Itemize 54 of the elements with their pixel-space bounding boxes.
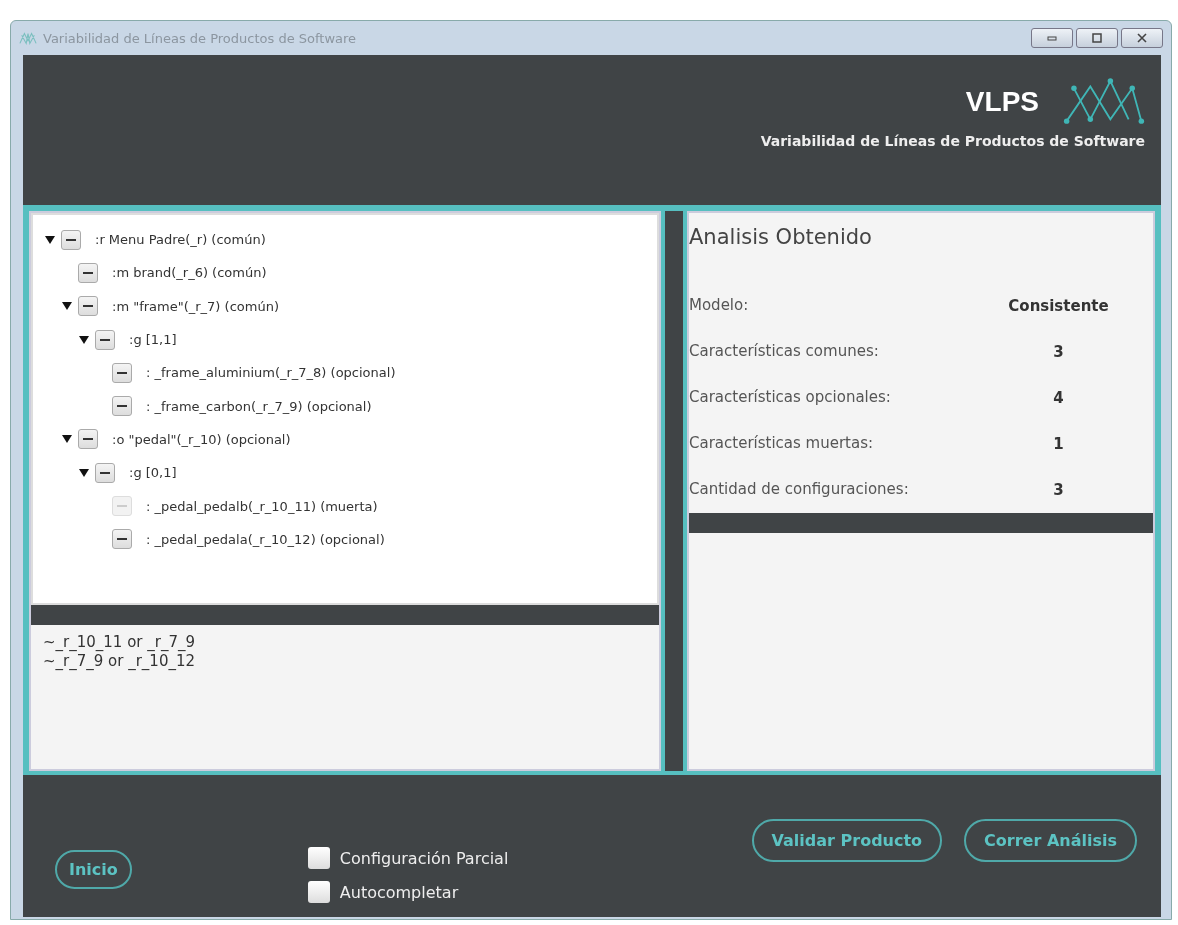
tree-checkbox[interactable] — [78, 296, 98, 317]
maximize-button[interactable] — [1076, 28, 1118, 48]
tree-checkbox[interactable] — [112, 396, 132, 417]
analysis-label: Características muertas: — [689, 434, 875, 453]
tree-item-label[interactable]: : _pedal_pedala(_r_10_12) (opcional) — [146, 531, 385, 547]
tree-item-label[interactable]: :m "frame"(_r_7) (común) — [112, 298, 279, 314]
constraint-text: ~_r_10_11 or _r_7_9 — [43, 633, 197, 652]
checkbox[interactable] — [307, 847, 330, 869]
analysis-title: Analisis Obtenido — [689, 224, 873, 251]
analysis-value: 1 — [1052, 435, 1065, 453]
tree-item-label[interactable]: :o "pedal"(_r_10) (opcional) — [112, 431, 291, 447]
tree-checkbox[interactable] — [95, 329, 115, 350]
maximize-icon — [1091, 33, 1103, 43]
tree-checkbox[interactable] — [112, 529, 132, 550]
analysis-label: Características comunes: — [689, 342, 880, 361]
tree-checkbox[interactable] — [112, 362, 132, 383]
checkbox-label[interactable]: Configuración Parcial — [339, 848, 509, 868]
analysis-value: 3 — [1052, 481, 1065, 499]
analysis-value: Consistente — [1007, 297, 1110, 315]
action-button[interactable]: Correr Análisis — [964, 819, 1137, 862]
tree-item-label[interactable]: :g [0,1] — [129, 465, 177, 481]
expand-arrow-icon[interactable] — [62, 435, 72, 444]
close-icon — [1136, 33, 1148, 43]
app-subtitle: Variabilidad de Líneas de Productos de Software — [760, 133, 1145, 149]
expand-arrow-icon[interactable] — [62, 302, 72, 311]
tree-item-label[interactable]: :g [1,1] — [129, 332, 177, 348]
analysis-value: 3 — [1052, 343, 1065, 361]
tree-item-label[interactable]: :r Menu Padre(_r) (común) — [95, 232, 266, 248]
tree-checkbox[interactable] — [61, 229, 81, 250]
expand-arrow-icon[interactable] — [79, 335, 89, 344]
tree-item-label[interactable]: :m brand(_r_6) (común) — [112, 265, 267, 281]
tree-item-label[interactable]: : _frame_aluminium(_r_7_8) (opcional) — [146, 365, 396, 381]
analysis-label: Características opcionales: — [689, 388, 892, 407]
window-title: Variabilidad de Líneas de Productos de Software — [43, 30, 358, 46]
analysis-value: 4 — [1052, 389, 1065, 407]
checkbox-label[interactable]: Autocompletar — [339, 882, 459, 902]
action-button[interactable]: Validar Producto — [751, 819, 943, 862]
minimize-icon — [1046, 33, 1058, 43]
expand-arrow-icon[interactable] — [45, 235, 55, 244]
checkbox[interactable] — [307, 881, 330, 903]
analysis-label: Modelo: — [689, 296, 750, 315]
tree-item-label[interactable]: : _frame_carbon(_r_7_9) (opcional) — [146, 398, 372, 414]
tree-checkbox[interactable] — [78, 262, 98, 283]
app-logo-icon — [19, 31, 37, 45]
tree-checkbox[interactable] — [78, 429, 98, 450]
analysis-label: Cantidad de configuraciones: — [689, 480, 910, 499]
home-button[interactable]: Inicio — [55, 850, 132, 889]
minimize-button[interactable] — [1031, 28, 1073, 48]
logo-text: VLPS — [965, 86, 1039, 118]
close-button[interactable] — [1121, 28, 1163, 48]
expand-arrow-icon[interactable] — [79, 468, 89, 477]
tree-checkbox[interactable] — [95, 462, 115, 483]
constraint-text: ~_r_7_9 or _r_10_12 — [43, 652, 197, 671]
logo-icon — [1063, 77, 1145, 127]
